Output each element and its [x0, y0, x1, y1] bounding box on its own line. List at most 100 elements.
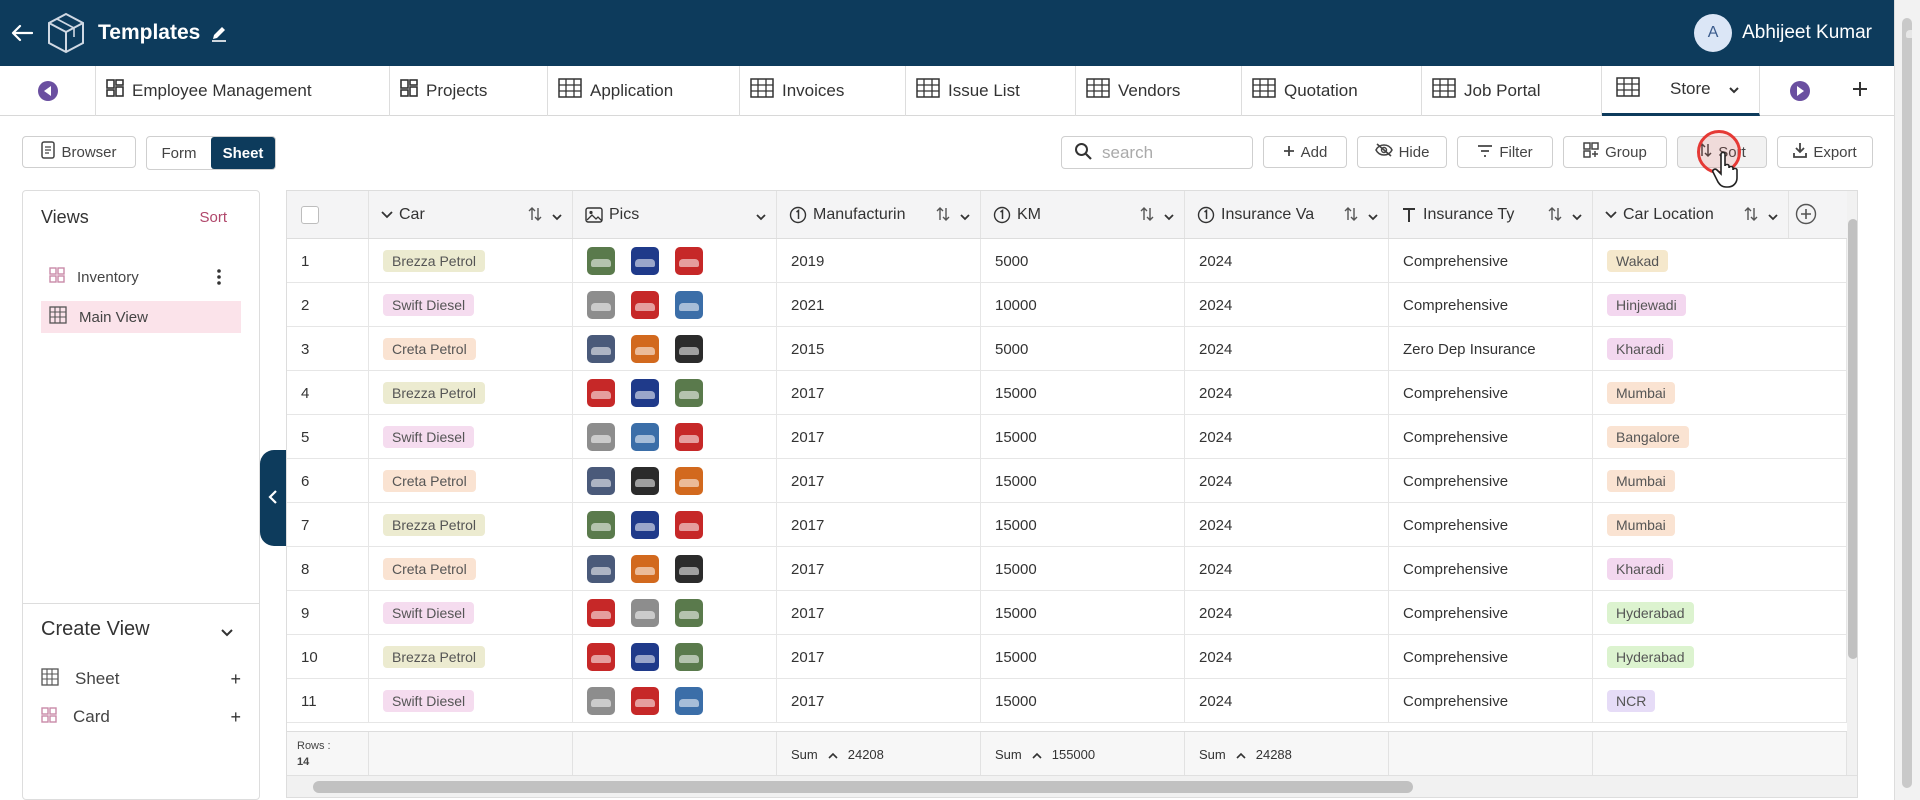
insurance-type-cell[interactable]: Comprehensive — [1389, 239, 1593, 283]
car-photo-thumbnail[interactable] — [675, 687, 703, 715]
view-item-inventory[interactable]: Inventory — [41, 261, 241, 293]
insurance-type-cell[interactable]: Comprehensive — [1389, 503, 1593, 547]
table-row[interactable]: 7 Brezza Petrol 2017 15000 2024 Comprehensive… — [287, 503, 1847, 547]
manufacturing-cell[interactable]: 2017 — [777, 591, 981, 635]
car-photo-thumbnail[interactable] — [587, 423, 615, 451]
insurance-value-cell[interactable]: 2024 — [1185, 371, 1389, 415]
insurance-type-cell[interactable]: Zero Dep Insurance — [1389, 327, 1593, 371]
chevron-down-icon[interactable] — [1728, 79, 1747, 99]
manufacturing-cell[interactable]: 2017 — [777, 459, 981, 503]
browser-button[interactable]: Browser — [22, 136, 136, 168]
table-row[interactable]: 3 Creta Petrol 2015 5000 2024 Zero Dep Insura… — [287, 327, 1847, 371]
insurance-value-cell[interactable]: 2024 — [1185, 283, 1389, 327]
select-all-checkbox[interactable] — [301, 205, 319, 224]
pics-cell[interactable] — [573, 679, 777, 723]
car-photo-thumbnail[interactable] — [587, 687, 615, 715]
pics-cell[interactable] — [573, 415, 777, 459]
tab-projects[interactable]: Projects — [390, 65, 548, 116]
vertical-scrollbar[interactable] — [1847, 191, 1857, 775]
tab-application[interactable]: Application — [548, 65, 740, 116]
column-menu-icon[interactable] — [1368, 208, 1378, 226]
car-location-cell[interactable]: Hinjewadi — [1593, 283, 1847, 327]
car-location-cell[interactable]: Kharadi — [1593, 547, 1847, 591]
car-photo-thumbnail[interactable] — [587, 247, 615, 275]
chevron-down-icon[interactable] — [221, 624, 233, 640]
car-photo-thumbnail[interactable] — [631, 467, 659, 495]
column-menu-icon[interactable] — [960, 208, 970, 226]
avatar[interactable]: A — [1694, 14, 1733, 52]
car-cell[interactable]: Swift Diesel — [369, 591, 573, 635]
insurance-value-cell[interactable]: 2024 — [1185, 547, 1389, 591]
chevron-right-icon[interactable] — [1790, 80, 1810, 101]
pics-cell[interactable] — [573, 459, 777, 503]
manufacturing-cell[interactable]: 2017 — [777, 679, 981, 723]
pics-cell[interactable] — [573, 503, 777, 547]
search-input[interactable] — [1102, 142, 1242, 163]
view-item-main-view[interactable]: Main View — [41, 301, 241, 333]
km-cell[interactable]: 15000 — [981, 635, 1185, 679]
sort-icon[interactable] — [528, 207, 542, 226]
car-photo-thumbnail[interactable] — [675, 335, 703, 363]
km-cell[interactable]: 5000 — [981, 239, 1185, 283]
insurance-type-cell[interactable]: Comprehensive — [1389, 283, 1593, 327]
column-menu-icon[interactable] — [1768, 208, 1778, 226]
insurance-value-cell[interactable]: 2024 — [1185, 679, 1389, 723]
sum-insurance-cell[interactable]: Sum 24288 — [1185, 732, 1389, 776]
insurance-type-cell[interactable]: Comprehensive — [1389, 371, 1593, 415]
car-photo-thumbnail[interactable] — [587, 291, 615, 319]
car-location-cell[interactable]: Mumbai — [1593, 371, 1847, 415]
car-photo-thumbnail[interactable] — [675, 643, 703, 671]
km-cell[interactable]: 15000 — [981, 371, 1185, 415]
table-row[interactable]: 10 Brezza Petrol 2017 15000 2024 Comprehensiv… — [287, 635, 1847, 679]
sort-icon[interactable] — [1744, 207, 1758, 226]
car-location-cell[interactable]: Kharadi — [1593, 327, 1847, 371]
km-cell[interactable]: 15000 — [981, 459, 1185, 503]
km-cell[interactable]: 15000 — [981, 547, 1185, 591]
manufacturing-cell[interactable]: 2021 — [777, 283, 981, 327]
km-cell[interactable]: 15000 — [981, 591, 1185, 635]
sum-manufacturing-cell[interactable]: Sum 24208 — [777, 732, 981, 776]
manufacturing-cell[interactable]: 2017 — [777, 635, 981, 679]
car-cell[interactable]: Brezza Petrol — [369, 239, 573, 283]
car-photo-thumbnail[interactable] — [631, 555, 659, 583]
column-header-pics[interactable]: Pics — [573, 191, 777, 238]
sheet-toggle[interactable]: Sheet — [211, 137, 275, 169]
column-menu-icon[interactable] — [552, 208, 562, 226]
edit-pencil-icon[interactable] — [210, 24, 228, 42]
km-cell[interactable]: 15000 — [981, 503, 1185, 547]
pics-cell[interactable] — [573, 371, 777, 415]
car-cell[interactable]: Creta Petrol — [369, 459, 573, 503]
car-photo-thumbnail[interactable] — [631, 643, 659, 671]
sort-icon[interactable] — [1344, 207, 1358, 226]
add-column-icon[interactable] — [1795, 203, 1817, 228]
column-menu-icon[interactable] — [1572, 208, 1582, 226]
insurance-value-cell[interactable]: 2024 — [1185, 635, 1389, 679]
table-row[interactable]: 9 Swift Diesel 2017 15000 2024 Comprehensive H… — [287, 591, 1847, 635]
views-sort-link[interactable]: Sort — [199, 209, 227, 226]
collapse-panel-button[interactable] — [260, 450, 286, 546]
add-tab-button[interactable] — [1840, 66, 1880, 116]
car-location-cell[interactable]: Mumbai — [1593, 503, 1847, 547]
insurance-type-cell[interactable]: Comprehensive — [1389, 635, 1593, 679]
car-cell[interactable]: Brezza Petrol — [369, 371, 573, 415]
plus-icon[interactable]: + — [230, 707, 241, 728]
column-menu-icon[interactable] — [756, 208, 766, 226]
table-row[interactable]: 2 Swift Diesel 2021 10000 2024 Comprehensive H… — [287, 283, 1847, 327]
tab-employee-management[interactable]: Employee Management — [96, 65, 390, 116]
column-header-manufacturing[interactable]: Manufacturin — [777, 191, 981, 238]
car-photo-thumbnail[interactable] — [675, 511, 703, 539]
pics-cell[interactable] — [573, 547, 777, 591]
export-button[interactable]: Export — [1777, 136, 1873, 168]
plus-icon[interactable]: + — [230, 669, 241, 690]
car-cell[interactable]: Brezza Petrol — [369, 503, 573, 547]
page-scrollbar[interactable] — [1894, 0, 1920, 800]
manufacturing-cell[interactable]: 2015 — [777, 327, 981, 371]
insurance-type-cell[interactable]: Comprehensive — [1389, 679, 1593, 723]
tab-job-portal[interactable]: Job Portal — [1422, 65, 1602, 116]
pics-cell[interactable] — [573, 283, 777, 327]
car-location-cell[interactable]: Bangalore — [1593, 415, 1847, 459]
column-menu-icon[interactable] — [1164, 208, 1174, 226]
horizontal-scrollbar[interactable] — [287, 775, 1857, 797]
column-header-car-location[interactable]: Car Location — [1593, 191, 1789, 238]
tab-scroll-right[interactable] — [1760, 66, 1840, 116]
